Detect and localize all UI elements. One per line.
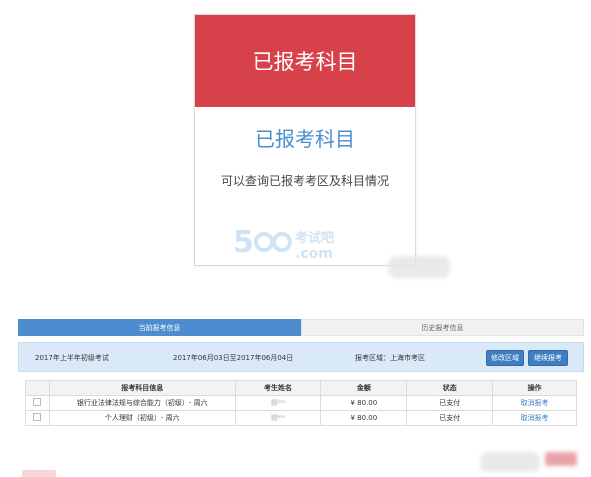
column-header-subject: 报考科目信息	[48, 380, 236, 396]
exam-date-range: 2017年06月03日至2017年06月04日	[173, 354, 294, 362]
tab-current-registration[interactable]: 当前报考信息	[18, 319, 301, 336]
card-title: 已报考科目	[255, 127, 355, 151]
table-row: 个人理财（初级）- 周六 顾** ¥ 80.00 已支付 取消报考	[25, 410, 577, 426]
amount-cell: ¥ 80.00	[320, 410, 408, 426]
cancel-registration-link[interactable]: 取消报考	[492, 410, 577, 426]
column-header-amount: 金额	[320, 380, 408, 396]
column-header-action: 操作	[492, 380, 577, 396]
registered-subjects-card[interactable]: 已报考科目 已报考科目 可以查询已报考考区及科目情况 5 考试吧 .com	[194, 14, 416, 266]
card-header: 已报考科目	[195, 15, 415, 107]
svg-text:.com: .com	[295, 246, 333, 262]
status-cell: 已支付	[406, 410, 494, 426]
subject-cell: 个人理财（初级）- 周六	[48, 410, 236, 426]
status-cell: 已支付	[406, 395, 494, 411]
amount-cell: ¥ 80.00	[320, 395, 408, 411]
exam-region: 报考区域：上海市考区	[355, 354, 425, 362]
blur-overlay	[480, 452, 540, 472]
watermark-logo: 5 考试吧 .com	[233, 225, 334, 262]
tab-history-registration[interactable]: 历史报考信息	[301, 319, 584, 336]
card-description: 可以查询已报考考区及科目情况	[220, 174, 389, 188]
table-row: 银行业法律法规与综合能力（初级）- 周六 顾** ¥ 80.00 已支付 取消报…	[25, 395, 577, 411]
card-header-title: 已报考科目	[252, 50, 358, 74]
continue-registration-button[interactable]: 继续报考	[528, 350, 568, 366]
cancel-registration-link[interactable]: 取消报考	[492, 395, 577, 411]
svg-text:5: 5	[233, 225, 254, 260]
table-header-row: 报考科目信息 考生姓名 金额 状态 操作	[25, 380, 577, 396]
subject-cell: 银行业法律法规与综合能力（初级）- 周六	[48, 395, 236, 411]
column-header-status: 状态	[406, 380, 494, 396]
cropped-label	[22, 470, 56, 477]
modify-region-button[interactable]: 修改区域	[486, 350, 524, 366]
registration-tabs: 当前报考信息 历史报考信息	[18, 319, 584, 336]
row-select-cell	[25, 395, 50, 411]
row-select-cell	[25, 410, 50, 426]
exam-name: 2017年上半年初级考试	[35, 354, 109, 362]
candidate-name-cell: 顾**	[234, 395, 322, 411]
candidate-name-cell: 顾**	[234, 410, 322, 426]
column-header-select	[25, 380, 50, 396]
column-header-name: 考生姓名	[234, 380, 322, 396]
cropped-button	[545, 452, 577, 466]
svg-text:考试吧: 考试吧	[295, 230, 334, 246]
row-checkbox[interactable]	[33, 398, 42, 406]
registered-subjects-table: 报考科目信息 考生姓名 金额 状态 操作 银行业法律法规与综合能力（初级）- 周…	[25, 380, 577, 426]
blur-overlay	[388, 256, 450, 278]
row-checkbox[interactable]	[33, 413, 42, 421]
